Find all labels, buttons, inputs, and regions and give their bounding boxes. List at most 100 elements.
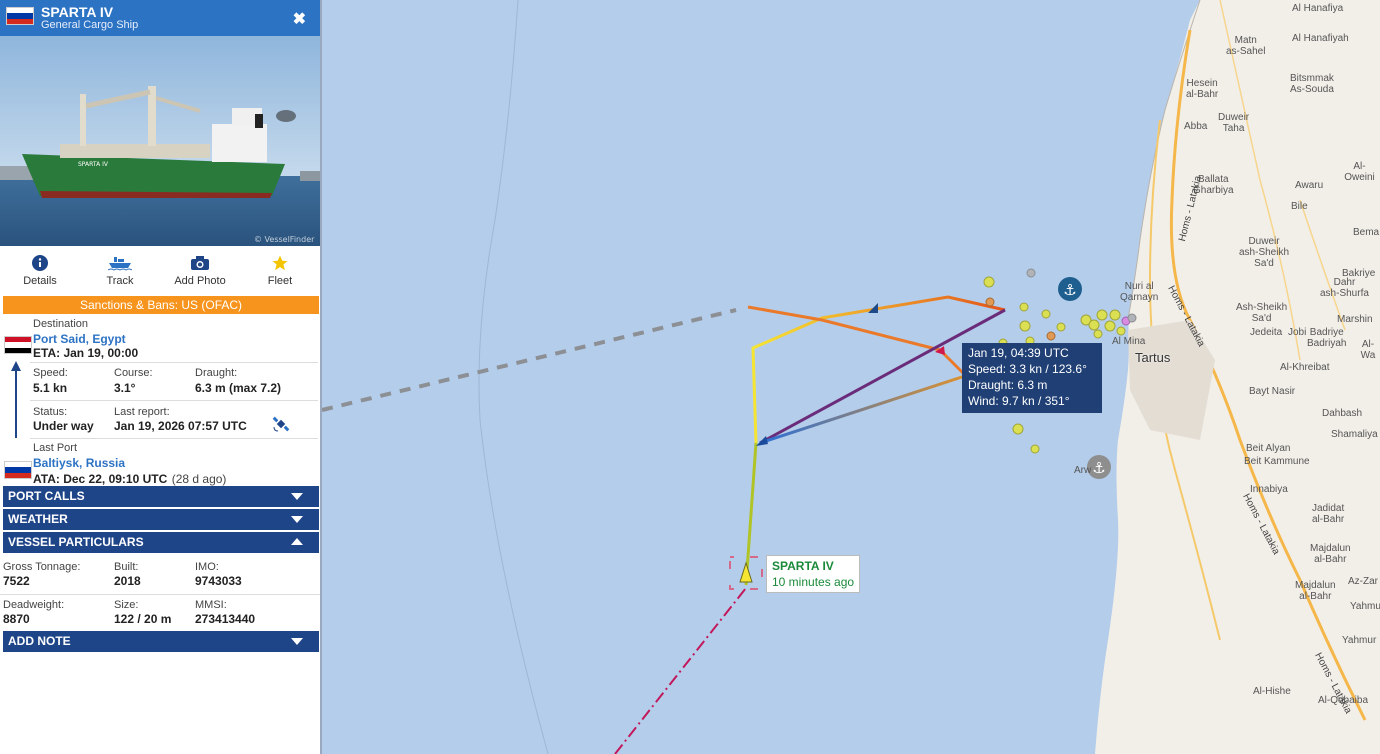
last-port-label: Last Port <box>33 442 78 454</box>
weather-section[interactable]: WEATHER <box>3 509 319 530</box>
place-label: Majdalun al-Bahr <box>1295 580 1336 602</box>
track-point-tooltip: Jan 19, 04:39 UTC Speed: 3.3 kn / 123.6°… <box>962 343 1102 413</box>
vessel-photo[interactable]: SPARTA IV © VesselFinder <box>0 36 320 246</box>
place-label: Hesein al-Bahr <box>1186 78 1219 100</box>
destination-port-link[interactable]: Port Said, Egypt <box>33 332 126 346</box>
place-label: Jobi <box>1288 327 1307 338</box>
track-arrow <box>868 303 878 313</box>
track-segment <box>744 442 758 586</box>
city-label: Tartus <box>1135 350 1171 365</box>
place-label: Bayt Nasir <box>1249 386 1296 397</box>
deadweight-label: Deadweight: <box>3 599 65 611</box>
place-label: Badriye Badriyah <box>1307 327 1347 349</box>
svg-text:⚓: ⚓ <box>1063 281 1076 299</box>
place-label: Al-Hishe <box>1253 686 1291 697</box>
add-photo-button[interactable]: Add Photo <box>160 253 240 293</box>
place-label: Az-Zar <box>1348 576 1378 587</box>
vessel-particulars-section[interactable]: VESSEL PARTICULARS <box>3 532 319 553</box>
place-label: Al-Oweini <box>1344 161 1375 183</box>
ship-label-name: SPARTA IV <box>772 559 834 573</box>
destination-label: Destination <box>33 318 89 330</box>
last-report-label: Last report: <box>114 406 170 418</box>
port-anchor-icon[interactable]: ⚓ <box>1058 277 1082 301</box>
particulars-row-1: Gross Tonnage: 7522 Built: 2018 IMO: 974… <box>0 560 320 594</box>
ship-label-time: 10 minutes ago <box>772 575 855 589</box>
place-label: Innabiya <box>1250 484 1288 495</box>
place-label: Duweir ash-Sheikh Sa'd <box>1239 236 1290 269</box>
fleet-label: Fleet <box>267 275 293 287</box>
place-label: Beit Kammune <box>1244 456 1310 467</box>
place-label: Dahr ash-Shurfa <box>1320 277 1369 299</box>
fleet-button[interactable]: Fleet <box>240 253 320 293</box>
chevron-down-icon <box>291 516 303 523</box>
place-label: Bema <box>1353 227 1380 238</box>
speed-value: 5.1 kn <box>33 381 68 395</box>
gross-tonnage-label: Gross Tonnage: <box>3 561 81 573</box>
divider <box>30 362 318 363</box>
size-value: 122 / 20 m <box>114 612 172 626</box>
place-label: Matn as-Sahel <box>1226 35 1266 57</box>
deadweight-value: 8870 <box>3 612 30 626</box>
last-report-value: Jan 19, 2026 07:57 UTC <box>114 419 247 433</box>
star-icon <box>240 253 320 273</box>
place-label: Bitsmmak As-Souda <box>1290 73 1334 95</box>
photo-watermark: © VesselFinder <box>254 235 315 244</box>
mmsi-label: MMSI: <box>195 599 227 611</box>
built-label: Built: <box>114 561 139 573</box>
vessel-name: SPARTA IV <box>41 4 114 20</box>
place-label: Al Mina <box>1112 336 1146 347</box>
place-label: Majdalun al-Bahr <box>1310 543 1351 565</box>
ata-value: ATA: Dec 22, 09:10 UTC <box>33 472 168 486</box>
place-label: Al-Wa <box>1360 339 1376 361</box>
route-prediction-line <box>321 308 737 412</box>
svg-text:SPARTA IV: SPARTA IV <box>78 161 109 168</box>
svg-text:⚓: ⚓ <box>1092 459 1105 477</box>
sanctions-banner[interactable]: Sanctions & Bans: US (OFAC) <box>3 296 319 314</box>
place-label: Al-Khreibat <box>1280 362 1330 373</box>
russia-flag-icon <box>6 7 34 25</box>
draught-value: 6.3 m (max 7.2) <box>195 381 282 395</box>
destination-row: Destination Port Said, Egypt ETA: Jan 19… <box>0 317 320 361</box>
add-note-section[interactable]: ADD NOTE <box>3 631 319 652</box>
imo-value: 9743033 <box>195 574 242 588</box>
place-label: Beit Alyan <box>1246 443 1291 454</box>
russia-flag-icon <box>4 461 32 479</box>
vessel-type: General Cargo Ship <box>41 19 139 31</box>
last-port-row: Last Port Baltiysk, Russia ATA: Dec 22, … <box>0 441 320 486</box>
particulars-row-2: Deadweight: 8870 Size: 122 / 20 m MMSI: … <box>0 598 320 630</box>
place-label: Marshin <box>1337 314 1373 325</box>
eta-value: ETA: Jan 19, 00:00 <box>33 346 139 360</box>
track-button[interactable]: Track <box>80 253 160 293</box>
ship-map-label[interactable]: SPARTA IV 10 minutes ago <box>766 555 861 593</box>
divider <box>30 438 318 439</box>
draught-label: Draught: <box>195 367 238 379</box>
last-port-link[interactable]: Baltiysk, Russia <box>33 456 125 470</box>
speed-label: Speed: <box>33 367 68 379</box>
tooltip-time: Jan 19, 04:39 UTC <box>968 346 1069 360</box>
action-bar: Details Track Add Photo Fleet <box>0 253 320 293</box>
add-photo-label: Add Photo <box>174 275 226 287</box>
tooltip-draught: Draught: 6.3 m <box>968 378 1048 392</box>
divider <box>0 594 320 595</box>
imo-label: IMO: <box>195 561 219 573</box>
chevron-up-icon <box>291 538 303 545</box>
place-label: Al Hanafiya <box>1292 3 1344 14</box>
tooltip-wind: Wind: 9.7 kn / 351° <box>968 394 1070 408</box>
add-note-title: ADD NOTE <box>8 634 71 648</box>
place-label: Ash-Sheikh Sa'd <box>1236 302 1288 324</box>
tooltip-speed: Speed: 3.3 kn / 123.6° <box>968 362 1087 376</box>
place-label: Abba <box>1184 121 1208 132</box>
status-label: Status: <box>33 406 68 418</box>
voyage-row-2: Status: Under way Last report: Jan 19, 2… <box>0 405 320 439</box>
place-label: Nuri al Qarnayn <box>1120 281 1159 303</box>
port-calls-section[interactable]: PORT CALLS <box>3 486 319 507</box>
built-value: 2018 <box>114 574 141 588</box>
place-label: Arw <box>1074 465 1092 476</box>
details-button[interactable]: Details <box>0 253 80 293</box>
voyage-row-1: Speed: 5.1 kn Course: 3.1° Draught: 6.3 … <box>0 366 320 400</box>
place-label: Awaru <box>1295 180 1324 191</box>
depth-contour <box>478 0 549 754</box>
track-segment <box>747 305 970 380</box>
satellite-icon <box>272 415 290 438</box>
close-button[interactable]: ✖ <box>293 9 306 29</box>
